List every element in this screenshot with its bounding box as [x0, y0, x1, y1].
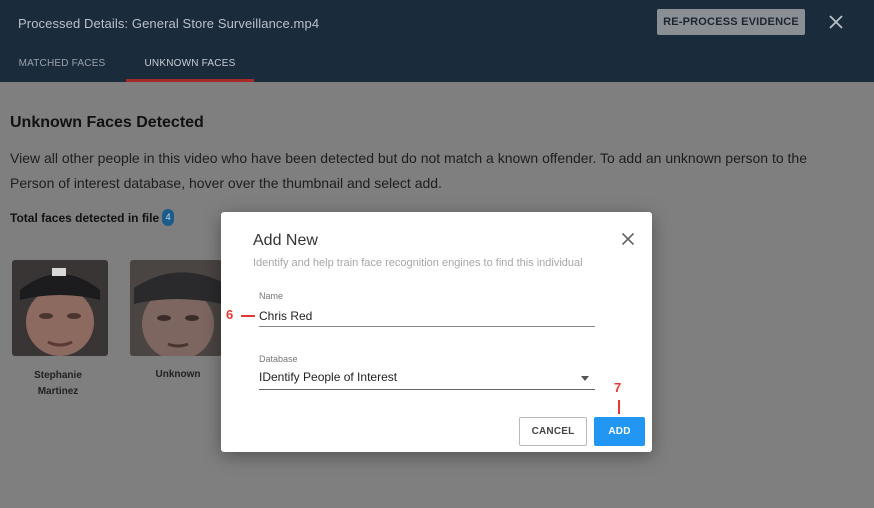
database-select[interactable]: IDentify People of Interest	[259, 366, 595, 390]
database-selected-value: IDentify People of Interest	[259, 370, 398, 384]
section-description: View all other people in this video who …	[10, 150, 808, 191]
cancel-button[interactable]: CANCEL	[519, 417, 587, 446]
callout-step-6: 6	[226, 307, 234, 322]
total-faces-badge: 4	[162, 209, 175, 226]
chevron-down-icon	[581, 376, 589, 381]
dialog-title: Add New	[253, 232, 318, 249]
name-field-label: Name	[259, 291, 284, 301]
face-thumbnail[interactable]	[130, 260, 222, 356]
close-icon[interactable]	[621, 232, 635, 246]
callout-step-7: 7	[614, 380, 622, 395]
tab-unknown-faces[interactable]: UNKNOWN FACES	[126, 52, 254, 82]
callout-line	[618, 400, 620, 414]
tab-matched-faces[interactable]: MATCHED FACES	[0, 52, 124, 82]
name-input[interactable]	[259, 308, 595, 327]
app-header: Processed Details: General Store Surveil…	[0, 0, 874, 82]
total-faces-row: Total faces detected in file 4	[10, 209, 175, 226]
active-tab-indicator	[126, 79, 254, 82]
callout-line	[241, 315, 255, 317]
close-icon[interactable]	[827, 13, 845, 31]
reprocess-evidence-button[interactable]: RE-PROCESS EVIDENCE	[657, 9, 805, 35]
database-field-label: Database	[259, 354, 298, 364]
total-faces-label: Total faces detected in file	[10, 210, 160, 225]
dialog-subtitle: Identify and help train face recognition…	[253, 257, 583, 269]
page-title: Processed Details: General Store Surveil…	[18, 16, 320, 31]
add-new-dialog: Add New Identify and help train face rec…	[221, 212, 652, 452]
section-title: Unknown Faces Detected	[10, 114, 204, 131]
tab-bar: MATCHED FACES UNKNOWN FACES	[0, 52, 874, 82]
face-label: Stephanie Martinez	[34, 370, 82, 397]
face-label: Unknown	[155, 369, 201, 380]
face-thumbnail[interactable]	[12, 260, 108, 356]
add-button[interactable]: ADD	[594, 417, 645, 446]
